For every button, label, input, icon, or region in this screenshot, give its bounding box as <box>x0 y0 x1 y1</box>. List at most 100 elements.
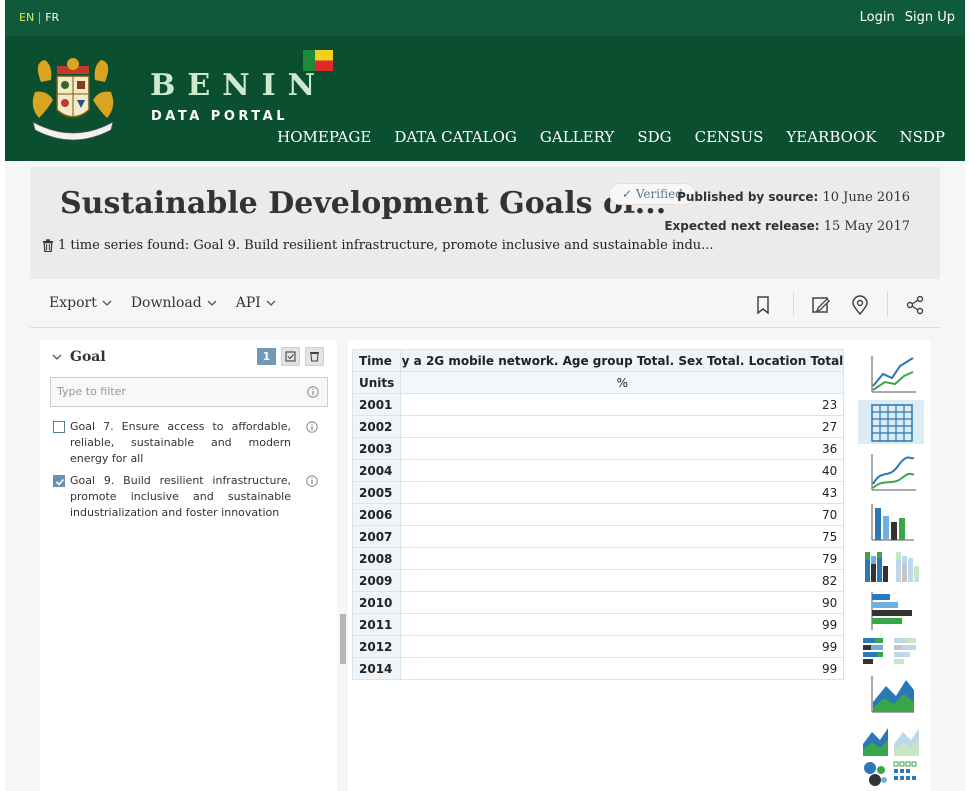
row-value[interactable]: 27 <box>400 415 845 438</box>
row-value[interactable]: 99 <box>400 657 845 680</box>
info-icon[interactable] <box>306 475 318 487</box>
goal-7-checkbox[interactable] <box>53 421 65 433</box>
dataset-title: Sustainable Development Goals of... <box>60 186 667 221</box>
filter-input[interactable]: Type to filter <box>50 377 328 407</box>
unit-value: % <box>400 371 845 394</box>
line-chart-icon[interactable] <box>858 352 924 396</box>
info-icon[interactable] <box>306 421 318 433</box>
bubble-chart-icon[interactable] <box>858 756 924 791</box>
table-header-row: Time Proportion of population covered by… <box>351 349 845 372</box>
bookmark-icon[interactable] <box>752 294 774 316</box>
row-value[interactable]: 23 <box>400 393 845 416</box>
clear-selection-button[interactable] <box>305 347 324 366</box>
next-release-row: Expected next release: 15 May 2017 <box>664 212 910 241</box>
nav-census[interactable]: CENSUS <box>695 128 764 146</box>
selected-count-badge: 1 <box>257 348 276 365</box>
table-view-icon[interactable] <box>858 400 924 444</box>
site-header: BENIN DATA PORTAL HOMEPAGE DATA CATALOG … <box>5 36 965 161</box>
row-value[interactable]: 40 <box>400 459 845 482</box>
row-value[interactable]: 75 <box>400 525 845 548</box>
row-value[interactable]: 99 <box>400 613 845 636</box>
table-row: 2008 79 <box>351 547 845 570</box>
next-release-label: Expected next release: <box>664 219 820 233</box>
row-year: 2007 <box>351 525 402 548</box>
edit-chart-icon[interactable] <box>810 294 832 316</box>
row-value[interactable]: 90 <box>400 591 845 614</box>
filter-item-goal-7[interactable]: Goal 7. Ensure access to affordable, rel… <box>52 419 328 467</box>
smooth-line-chart-icon[interactable] <box>858 450 924 494</box>
row-year: 2006 <box>351 503 402 526</box>
api-label: API <box>235 295 261 311</box>
stacked-horizontal-bar-icon[interactable] <box>858 632 924 676</box>
table-row: 2004 40 <box>351 459 845 482</box>
table-row: 2011 99 <box>351 613 845 636</box>
row-year: 2014 <box>351 657 402 680</box>
nav-sdg[interactable]: SDG <box>637 128 671 146</box>
download-menu[interactable]: Download <box>131 295 217 311</box>
series-column-header[interactable]: Proportion of population covered by a 2G… <box>400 349 845 372</box>
nav-yearbook[interactable]: YEARBOOK <box>786 128 876 146</box>
row-value[interactable]: 70 <box>400 503 845 526</box>
table-row: 2002 27 <box>351 415 845 438</box>
filter-heading[interactable]: Goal <box>52 349 106 365</box>
nav-nsdp[interactable]: NSDP <box>899 128 945 146</box>
row-value[interactable]: 36 <box>400 437 845 460</box>
chevron-down-icon <box>266 300 276 306</box>
chevron-down-icon <box>207 300 217 306</box>
row-year: 2002 <box>351 415 402 438</box>
lang-en-link[interactable]: EN <box>19 11 34 24</box>
stacked-bar-chart-icon[interactable] <box>858 544 924 588</box>
horizontal-bar-chart-icon[interactable] <box>858 588 924 632</box>
trash-icon[interactable] <box>42 239 54 252</box>
row-value[interactable]: 82 <box>400 569 845 592</box>
nav-gallery[interactable]: GALLERY <box>540 128 614 146</box>
chevron-down-icon <box>102 300 112 306</box>
row-year: 2004 <box>351 459 402 482</box>
filter-item-goal-9[interactable]: Goal 9. Build resilient infrastructure, … <box>52 473 328 521</box>
table-row: 2006 70 <box>351 503 845 526</box>
select-all-button[interactable] <box>281 347 300 366</box>
area-chart-icon[interactable] <box>858 672 924 716</box>
export-menu[interactable]: Export <box>49 295 112 311</box>
api-menu[interactable]: API <box>236 295 276 311</box>
benin-flag-icon <box>303 50 333 71</box>
signup-link[interactable]: Sign Up <box>905 10 955 25</box>
download-label: Download <box>130 295 202 311</box>
table-row: 2005 43 <box>351 481 845 504</box>
check-icon <box>55 478 65 486</box>
table-row: 2010 90 <box>351 591 845 614</box>
checklist-icon <box>285 351 296 362</box>
time-header: Time <box>351 349 402 372</box>
row-value[interactable]: 79 <box>400 547 845 570</box>
coat-of-arms-logo[interactable] <box>23 52 123 142</box>
toolbar-divider <box>887 291 888 317</box>
table-row: 2003 36 <box>351 437 845 460</box>
toolbar-menu: Export Download API <box>49 295 276 311</box>
published-label: Published by source: <box>677 190 819 204</box>
lang-fr-link[interactable]: FR <box>45 11 59 24</box>
row-year: 2011 <box>351 613 402 636</box>
nav-homepage[interactable]: HOMEPAGE <box>277 128 371 146</box>
table-panel: Time Proportion of population covered by… <box>348 340 930 791</box>
table-units-row: Units % <box>351 371 845 394</box>
table-row: 2009 82 <box>351 569 845 592</box>
row-year: 2005 <box>351 481 402 504</box>
brand-title[interactable]: BENIN <box>150 68 327 103</box>
row-value[interactable]: 43 <box>400 481 845 504</box>
panel-resize-handle[interactable] <box>340 614 346 664</box>
login-link[interactable]: Login <box>860 10 895 25</box>
row-value[interactable]: 99 <box>400 635 845 658</box>
toolbar-divider <box>793 291 794 317</box>
info-icon[interactable] <box>307 386 319 398</box>
goal-9-checkbox[interactable] <box>53 475 65 487</box>
map-pin-icon[interactable] <box>849 294 871 316</box>
bar-chart-icon[interactable] <box>858 500 924 544</box>
auth-links: Login Sign Up <box>860 10 955 25</box>
goal-7-label: Goal 7. Ensure access to affordable, rel… <box>70 420 291 465</box>
nav-data-catalog[interactable]: DATA CATALOG <box>394 128 517 146</box>
row-year: 2003 <box>351 437 402 460</box>
published-row: Published by source: 10 June 2016 <box>664 183 910 212</box>
brand-subtitle[interactable]: DATA PORTAL <box>151 109 288 124</box>
share-icon[interactable] <box>904 294 926 316</box>
language-switcher: EN FR <box>19 11 59 24</box>
